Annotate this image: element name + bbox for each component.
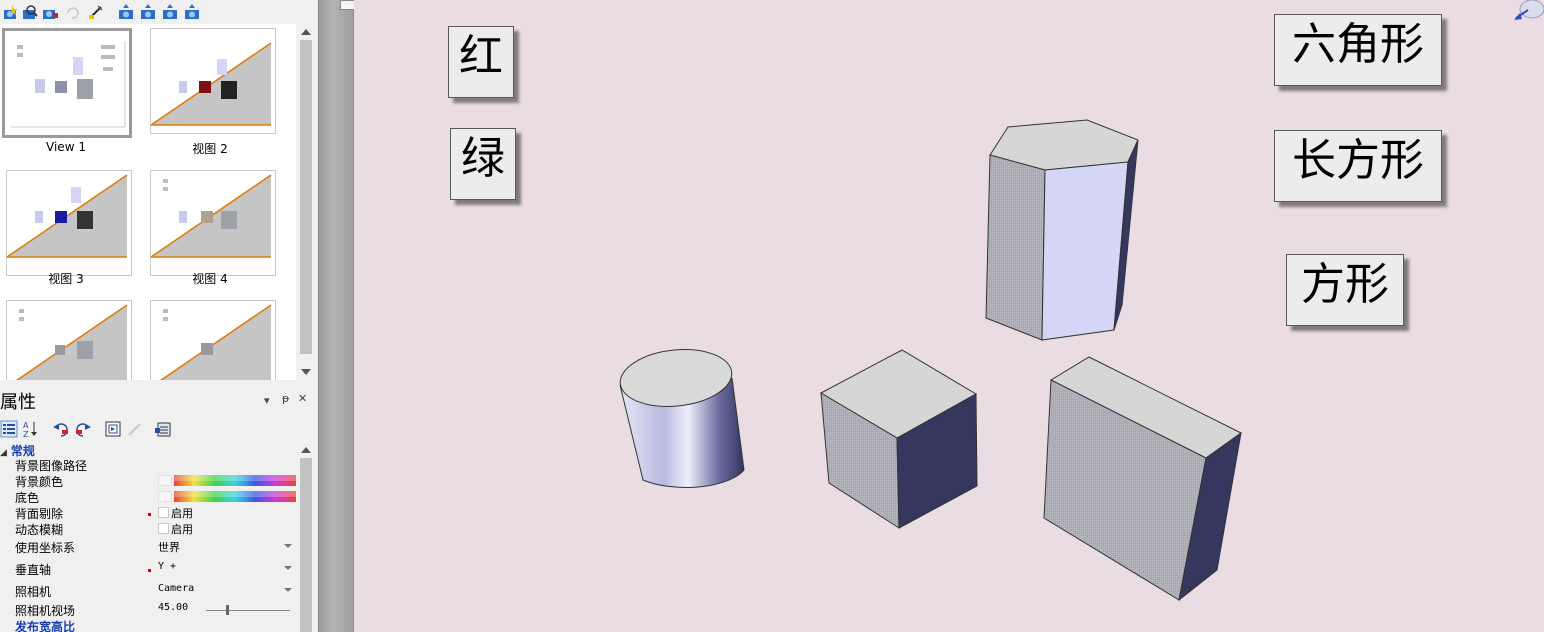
label-hexagon[interactable]: 六角形: [1274, 14, 1442, 86]
main-toolbar: [0, 0, 318, 24]
redo-property-icon[interactable]: [74, 420, 92, 438]
properties-toolbar: AZ: [0, 418, 318, 440]
thumbnail-scrollbar[interactable]: [298, 24, 314, 380]
property-row[interactable]: 背面剔除 启用: [0, 505, 298, 521]
camera-select[interactable]: Camera: [158, 583, 194, 594]
add-property-icon[interactable]: [154, 420, 172, 438]
new-view-icon[interactable]: [2, 4, 18, 20]
rectangular-block-shape[interactable]: [1043, 356, 1242, 602]
motion-blur-checkbox[interactable]: 启用: [158, 521, 193, 537]
undo-arrow-icon: [67, 7, 79, 19]
undo-property-icon[interactable]: [52, 420, 70, 438]
label-red[interactable]: 红: [448, 26, 514, 98]
camera-front-icon[interactable]: [118, 4, 134, 20]
label-rectangle[interactable]: 长方形: [1274, 130, 1442, 202]
properties-title: 属性: [0, 392, 36, 413]
pin-icon[interactable]: ᵽ: [282, 392, 289, 405]
property-row[interactable]: 背景颜色: [0, 473, 298, 489]
backface-culling-checkbox[interactable]: 启用: [158, 505, 193, 521]
camera-fov-value[interactable]: 45.00: [158, 602, 188, 613]
scroll-up-arrow-icon[interactable]: [301, 29, 311, 35]
modified-marker: [148, 569, 151, 572]
view-thumbnails: View 1 视图 2 视图 3 视图 4: [0, 24, 296, 380]
property-row[interactable]: 使用坐标系 世界: [0, 539, 298, 555]
navigation-compass-icon[interactable]: [1514, 0, 1544, 20]
paint-brush-icon[interactable]: [88, 4, 104, 20]
coordinate-system-select[interactable]: 世界: [158, 539, 180, 555]
svg-text:A: A: [23, 421, 29, 430]
dropdown-arrow-icon[interactable]: [284, 544, 292, 548]
camera-top-icon[interactable]: [140, 4, 156, 20]
thumbnail-view-1[interactable]: [2, 28, 132, 138]
scrollbar-thumb[interactable]: [300, 458, 312, 632]
thumbnail-view-6[interactable]: [150, 300, 276, 380]
thumbnail-label: View 1: [46, 140, 86, 154]
hexagonal-prism-shape[interactable]: [985, 119, 1139, 341]
thumbnail-view-4[interactable]: [150, 170, 276, 276]
cube-shape[interactable]: [819, 349, 978, 529]
dropdown-arrow-icon[interactable]: [284, 566, 292, 570]
3d-viewport[interactable]: 红 绿 六角形 长方形 方形: [354, 0, 1544, 632]
property-page-icon[interactable]: [104, 420, 122, 438]
cylinder-shape[interactable]: [617, 344, 745, 489]
property-row[interactable]: 照相机 Camera: [0, 583, 298, 599]
background-color-picker[interactable]: [174, 475, 296, 486]
property-row[interactable]: 照相机视场 45.00: [0, 602, 298, 618]
close-icon[interactable]: ✕: [298, 392, 307, 405]
property-row[interactable]: 动态模糊 启用: [0, 521, 298, 537]
properties-scrollbar[interactable]: [298, 442, 314, 632]
property-row[interactable]: 背景图像路径: [0, 457, 298, 473]
thumbnail-label: 视图 2: [192, 142, 228, 156]
zoom-view-icon[interactable]: [22, 4, 38, 20]
dropdown-arrow-icon[interactable]: ▾: [264, 394, 270, 407]
alphabetical-sort-icon[interactable]: AZ: [22, 420, 40, 438]
disabled-tool-icon: [128, 423, 141, 436]
property-row[interactable]: 发布宽高比: [0, 618, 298, 632]
thumbnail-view-2[interactable]: [150, 28, 276, 134]
panel-splitter[interactable]: [318, 0, 354, 632]
color-swatch[interactable]: [158, 491, 172, 502]
label-green[interactable]: 绿: [450, 128, 516, 200]
thumbnail-label: 视图 4: [192, 272, 228, 286]
svg-text:Z: Z: [23, 430, 29, 438]
capture-view-icon[interactable]: [42, 4, 58, 20]
left-panel: View 1 视图 2 视图 3 视图 4 属性 ▾ ᵽ ✕ A Z ◢ 常规 …: [0, 0, 318, 632]
slider-knob[interactable]: [226, 605, 229, 615]
categorized-view-icon[interactable]: [0, 420, 18, 438]
label-square[interactable]: 方形: [1286, 254, 1404, 326]
properties-list: ◢ 常规 背景图像路径 背景颜色 底色 背面剔除 启用 动态模糊 启用 使用坐标…: [0, 442, 298, 632]
camera-left-icon[interactable]: [162, 4, 178, 20]
scroll-down-arrow-icon[interactable]: [301, 369, 311, 375]
properties-panel: 属性 ▾ ᵽ ✕ AZ ◢ 常规 背景图像路径 背景颜色 底色 背面剔除 启用 …: [0, 384, 318, 632]
modified-marker: [148, 513, 151, 516]
scroll-up-arrow-icon[interactable]: [301, 447, 311, 453]
scrollbar-thumb[interactable]: [300, 40, 312, 354]
thumbnail-view-5[interactable]: [6, 300, 132, 380]
color-swatch[interactable]: [158, 475, 172, 486]
base-color-picker[interactable]: [174, 491, 296, 502]
camera-fov-slider[interactable]: [206, 610, 290, 611]
vertical-axis-select[interactable]: Y +: [158, 561, 176, 572]
property-row[interactable]: 底色: [0, 489, 298, 505]
camera-right-icon[interactable]: [184, 4, 200, 20]
thumbnail-view-3[interactable]: [6, 170, 132, 276]
thumbnail-label: 视图 3: [48, 272, 84, 286]
property-row[interactable]: 垂直轴 Y +: [0, 561, 298, 577]
dropdown-arrow-icon[interactable]: [284, 588, 292, 592]
